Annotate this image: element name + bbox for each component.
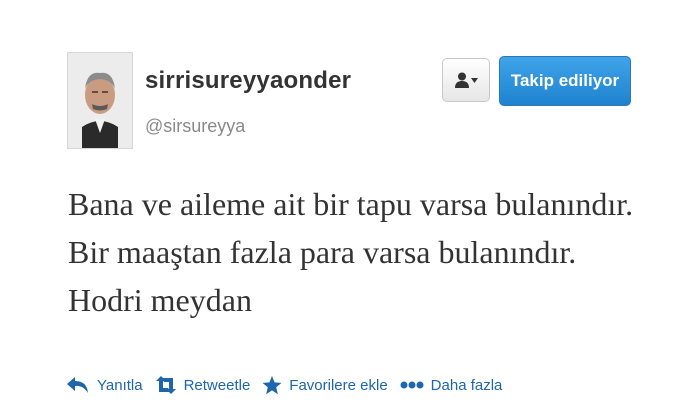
reply-action[interactable]: Yanıtla	[66, 376, 143, 394]
reply-label: Yanıtla	[97, 376, 143, 394]
following-button[interactable]: Takip ediliyor	[499, 56, 631, 106]
reply-icon	[67, 377, 88, 393]
screen-name[interactable]: @sirsureyya	[145, 116, 245, 137]
user-dropdown-icon	[454, 72, 469, 88]
star-icon	[262, 375, 282, 394]
retweet-action[interactable]: Retweetle	[155, 376, 251, 394]
retweet-label: Retweetle	[183, 376, 251, 394]
favorite-action[interactable]: Favorilere ekle	[262, 375, 388, 395]
more-action[interactable]: Daha fazla	[400, 376, 503, 394]
tweet-text: Bana ve aileme ait bir tapu varsa bulanı…	[68, 186, 634, 318]
avatar[interactable]	[67, 52, 133, 149]
user-actions-dropdown[interactable]	[442, 58, 490, 102]
favorite-label: Favorilere ekle	[289, 376, 388, 394]
tweet-card: sirrisureyyaonder @sirsureyya Takip edil…	[0, 0, 700, 420]
more-dots-icon	[400, 381, 424, 389]
profile-photo	[68, 53, 132, 148]
tweet-actions: Yanıtla Retweetle Favorilere ekle Daha f…	[66, 372, 514, 398]
chevron-down-icon	[470, 77, 478, 83]
more-label: Daha fazla	[430, 376, 503, 394]
retweet-icon	[155, 376, 176, 394]
display-name[interactable]: sirrisureyyaonder	[145, 67, 351, 95]
